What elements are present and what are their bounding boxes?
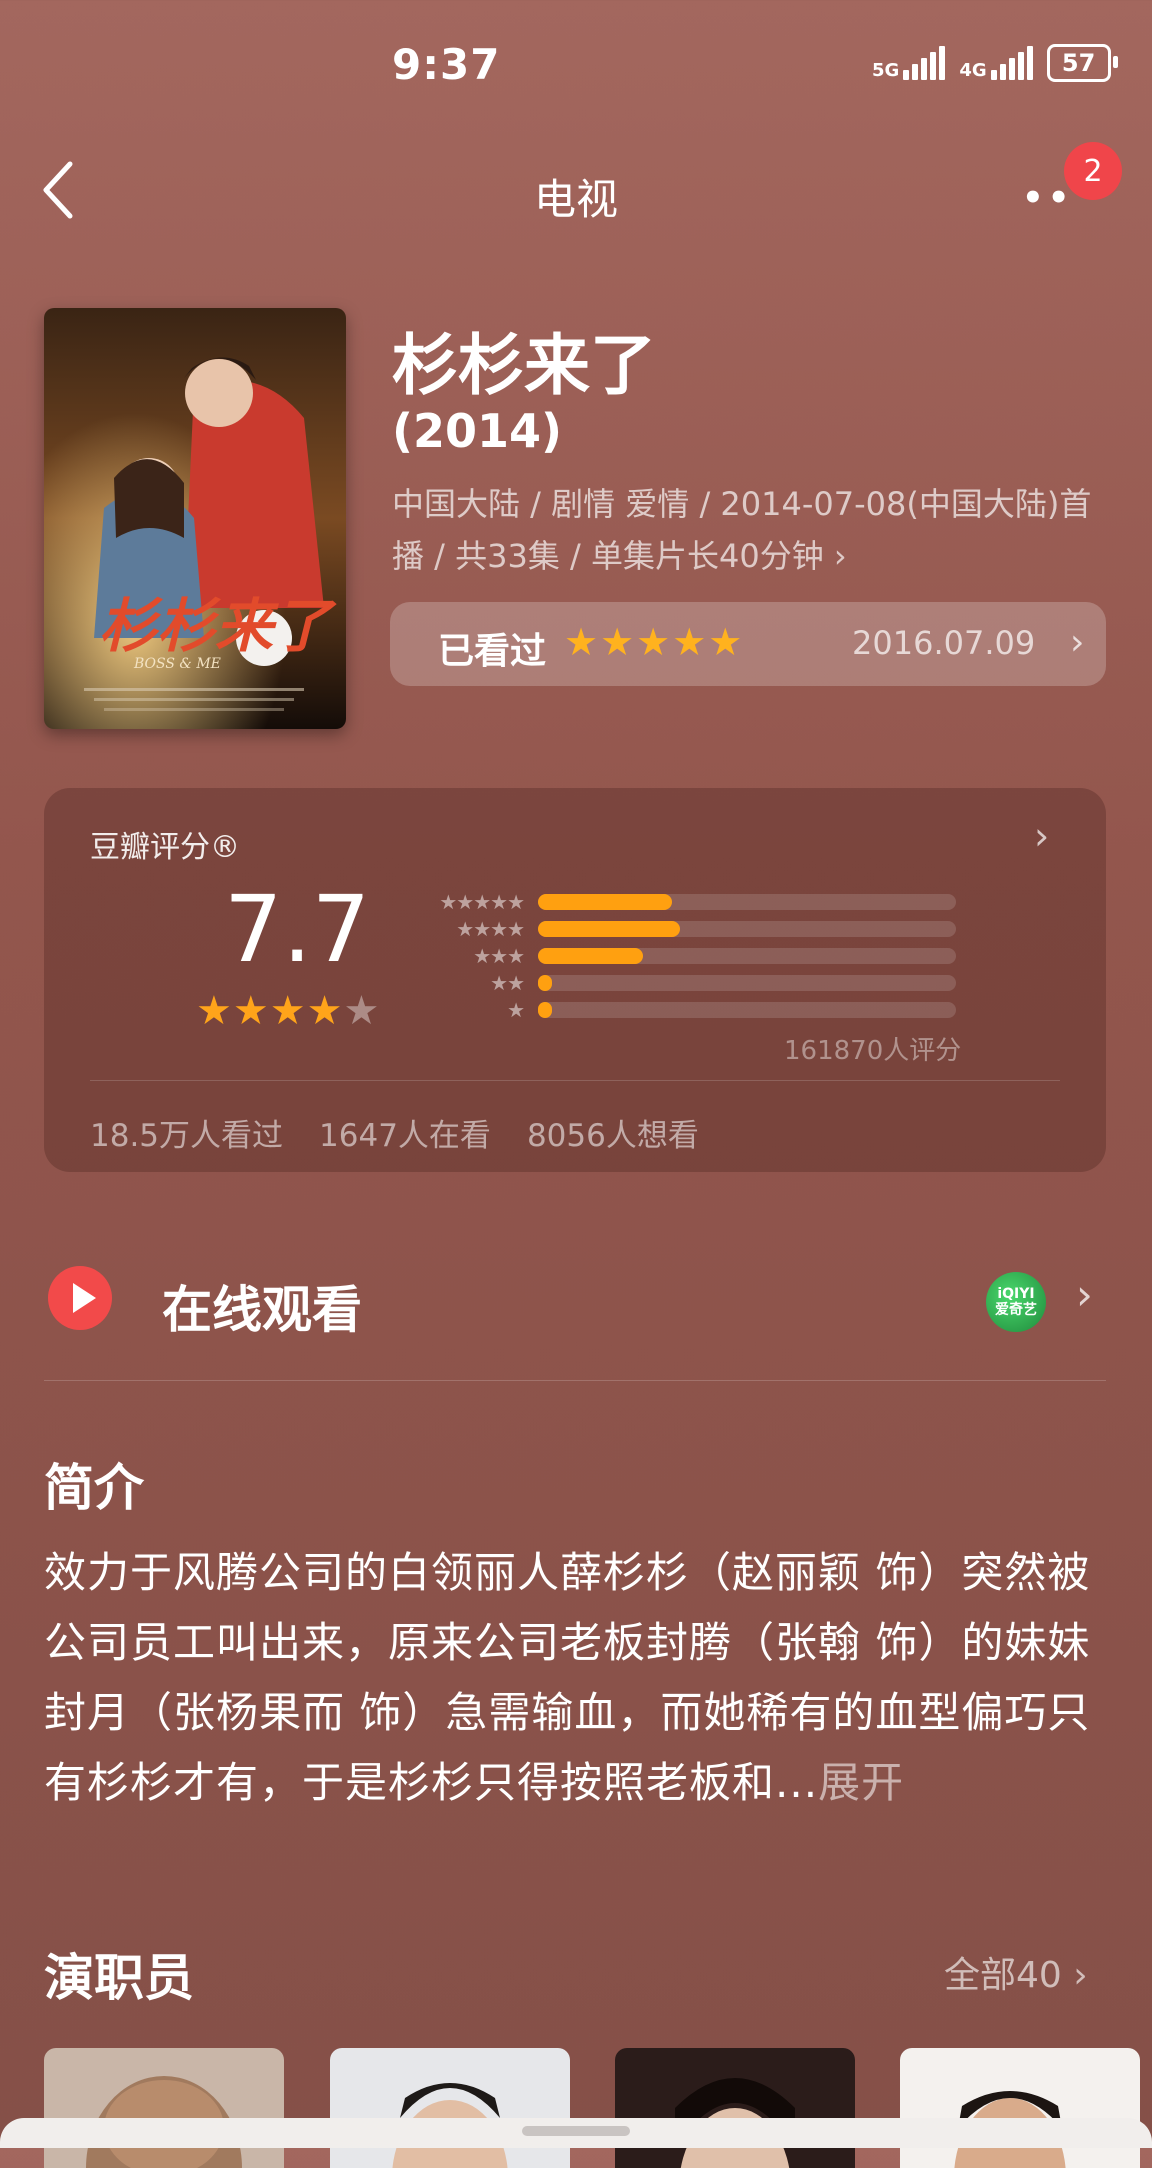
star-icon: ★★★★★ xyxy=(439,889,525,914)
expand-link[interactable]: 展开 xyxy=(818,1758,904,1807)
provider-name-en: iQIYI xyxy=(997,1286,1035,1302)
rating-bar-row: ★★★★★ xyxy=(408,888,1008,915)
rating-stars: ★★★★★ xyxy=(196,988,380,1034)
movie-meta[interactable]: 中国大陆 / 剧情 爱情 / 2014-07-08(中国大陆)首播 / 共33集… xyxy=(392,478,1102,582)
iqiyi-logo[interactable]: iQIYI 爱奇艺 xyxy=(986,1272,1046,1332)
stat-want: 8056人想看 xyxy=(526,1118,699,1154)
rating-bar-track xyxy=(538,947,956,964)
poster-image[interactable]: 杉杉来了 BOSS & ME xyxy=(44,308,346,729)
chevron-right-icon: › xyxy=(833,537,847,575)
cast-title: 演职员 xyxy=(44,1949,194,2007)
star-icon: ★★★★ xyxy=(196,988,344,1034)
rating-stats: 18.5万人看过 1647人在看 8056人想看 xyxy=(90,1110,699,1155)
star-icon: ★★★ xyxy=(473,943,525,968)
cast-photo[interactable] xyxy=(900,2048,1140,2168)
stat-watching: 1647人在看 xyxy=(319,1118,491,1154)
star-icon: ★ xyxy=(343,988,381,1034)
rating-card[interactable]: 豆瓣评分® › 7.7 ★★★★★ ★★★★★ ★★★★ ★★★ ★★ ★ 161870… xyxy=(44,788,1106,1172)
signal-4g: 4G xyxy=(959,46,1033,81)
rating-bar-row: ★ xyxy=(408,996,1008,1023)
poster-title: 杉杉来了 xyxy=(99,592,337,660)
rating-bar-track xyxy=(538,920,956,937)
cast-all-link[interactable]: 全部40 › xyxy=(944,1946,1088,1998)
star-icon: ★ xyxy=(507,997,525,1022)
synopsis-body: 效力于风腾公司的白领丽人薛杉杉（赵丽颖 饰）突然被公司员工叫出来，原来公司老板封… xyxy=(44,1548,1091,1807)
rating-count: 161870人评分 xyxy=(784,1036,962,1066)
net-label-2: 4G xyxy=(959,60,987,81)
rating-distribution: ★★★★★ ★★★★ ★★★ ★★ ★ xyxy=(408,888,1008,1023)
provider-name-cn: 爱奇艺 xyxy=(995,1302,1037,1318)
rating-bar-row: ★★ xyxy=(408,969,1008,996)
sheet-handle[interactable] xyxy=(522,2126,630,2136)
signal-bars-icon xyxy=(990,46,1033,80)
rating-bar-row: ★★★★ xyxy=(408,915,1008,942)
stat-watched: 18.5万人看过 xyxy=(90,1118,284,1154)
page-title: 电视 xyxy=(533,175,618,224)
poster-subtitle: BOSS & ME xyxy=(133,656,221,672)
play-icon[interactable] xyxy=(48,1266,112,1330)
star-icon: ★★ xyxy=(490,970,525,995)
notification-badge: 2 xyxy=(1064,142,1122,200)
battery-icon: 57 xyxy=(1046,44,1118,82)
star-icon: ★★★★ xyxy=(456,916,525,941)
rating-bar-track xyxy=(538,893,956,910)
chevron-right-icon[interactable]: › xyxy=(1076,1270,1093,1319)
status-indicators: 5G 4G 57 xyxy=(872,44,1118,82)
cast-photo[interactable] xyxy=(44,2048,284,2168)
divider xyxy=(44,1380,1106,1381)
watched-bar[interactable]: 已看过 ★★★★★ 2016.07.09 › xyxy=(390,602,1106,686)
watched-stars: ★★★★★ xyxy=(564,620,745,664)
status-time: 9:37 xyxy=(392,40,501,89)
movie-meta-text: 中国大陆 / 剧情 爱情 / 2014-07-08(中国大陆)首播 / 共33集… xyxy=(392,485,1092,575)
more-icon[interactable]: •• xyxy=(1022,178,1073,218)
divider xyxy=(90,1080,1060,1081)
online-watch-label[interactable]: 在线观看 xyxy=(162,1270,362,1342)
cast-photo[interactable] xyxy=(330,2048,570,2168)
rating-bar-fill xyxy=(538,1001,552,1018)
rating-label: 豆瓣评分® xyxy=(90,830,240,865)
rating-score: 7.7 xyxy=(224,876,371,983)
signal-5g: 5G xyxy=(872,46,946,81)
chevron-right-icon[interactable]: › xyxy=(1034,814,1049,858)
synopsis-text: 效力于风腾公司的白领丽人薛杉杉（赵丽颖 饰）突然被公司员工叫出来，原来公司老板封… xyxy=(44,1538,1114,1818)
cast-photo[interactable] xyxy=(615,2048,855,2168)
rating-bar-fill xyxy=(538,947,643,964)
watched-label: 已看过 xyxy=(438,631,547,672)
rating-bar-track xyxy=(538,974,956,991)
rating-bar-fill xyxy=(538,974,552,991)
movie-title: 杉杉来了 xyxy=(392,327,656,404)
synopsis-title: 简介 xyxy=(44,1459,144,1517)
net-label-1: 5G xyxy=(872,60,900,81)
rating-bar-row: ★★★ xyxy=(408,942,1008,969)
chevron-right-icon: › xyxy=(1070,622,1085,663)
rating-bar-track xyxy=(538,1001,956,1018)
watched-date: 2016.07.09 xyxy=(852,624,1036,662)
movie-year: (2014) xyxy=(392,404,563,458)
rating-bar-fill xyxy=(538,893,672,910)
rating-bar-fill xyxy=(538,920,681,937)
signal-bars-icon xyxy=(903,46,946,80)
